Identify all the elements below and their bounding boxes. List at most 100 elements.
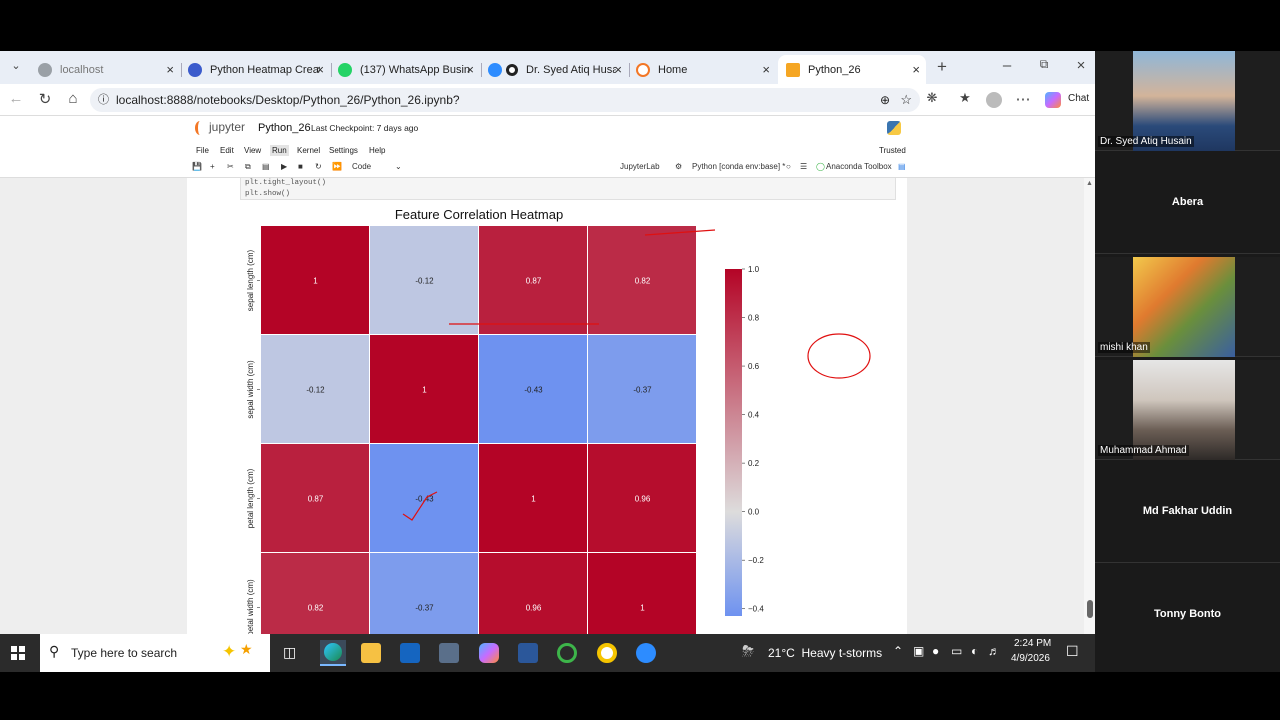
weather-status[interactable]: 21°C Heavy t-storms bbox=[768, 646, 882, 660]
fast-forward-icon[interactable]: ⏩ bbox=[332, 162, 342, 171]
close-icon[interactable]: × bbox=[316, 62, 324, 77]
cell-type-select[interactable]: Code bbox=[352, 162, 371, 171]
task-view-icon[interactable]: ◫ bbox=[283, 644, 296, 661]
heatmap-cell bbox=[370, 553, 478, 634]
scroll-up-icon[interactable]: ▲ bbox=[1086, 180, 1093, 187]
back-icon[interactable]: ← bbox=[6, 90, 26, 107]
menu-settings[interactable]: Settings bbox=[329, 146, 358, 155]
url-field[interactable]: ⓘ localhost:8888/notebooks/Desktop/Pytho… bbox=[90, 88, 920, 112]
reload-icon[interactable]: ↻ bbox=[35, 90, 55, 108]
heatmap-cell-label: -0.12 bbox=[415, 277, 434, 286]
maximize-button[interactable]: ⧉ bbox=[1034, 57, 1054, 72]
file-explorer-icon[interactable] bbox=[361, 643, 381, 663]
tab-zoom-meeting[interactable]: Dr. Syed Atiq Husain × bbox=[480, 55, 628, 84]
tab-localhost[interactable]: localhost × bbox=[30, 55, 180, 84]
tab-home[interactable]: Home × bbox=[628, 55, 776, 84]
search-highlight-icon: ✦ bbox=[222, 642, 237, 661]
heatmap-cell bbox=[479, 553, 587, 634]
colorbar-tick-label: 0.2 bbox=[748, 459, 760, 468]
participant-tile[interactable]: Abera bbox=[1095, 154, 1280, 254]
favorites-icon[interactable]: ★ bbox=[955, 90, 975, 106]
camera-icon[interactable]: ▣ bbox=[913, 644, 924, 658]
close-icon[interactable]: × bbox=[466, 62, 474, 77]
profile-avatar[interactable] bbox=[986, 92, 1002, 108]
home-icon[interactable]: ⌂ bbox=[63, 90, 83, 107]
anaconda-toolbox-button[interactable]: Anaconda Toolbox bbox=[826, 162, 892, 171]
clock-date[interactable]: 4/9/2026 bbox=[1011, 653, 1050, 664]
volume-icon[interactable]: ♬ bbox=[988, 644, 1000, 658]
extensions-icon[interactable]: ❋ bbox=[922, 90, 942, 106]
participant-tile[interactable]: Muhammad Ahmad bbox=[1095, 360, 1280, 460]
cut-icon[interactable]: ✂ bbox=[227, 162, 234, 171]
copilot-icon[interactable] bbox=[479, 643, 499, 663]
star-icon[interactable]: ☆ bbox=[900, 88, 912, 112]
heatmap-cell-label: 1 bbox=[640, 604, 645, 613]
menu-edit[interactable]: Edit bbox=[220, 146, 234, 155]
word-icon[interactable] bbox=[518, 643, 538, 663]
zoom-icon[interactable]: ⊕ bbox=[880, 88, 890, 112]
copilot-chat-label[interactable]: Chat bbox=[1068, 93, 1089, 104]
menu-help[interactable]: Help bbox=[369, 146, 385, 155]
new-tab-button[interactable]: + bbox=[932, 57, 952, 77]
close-icon[interactable]: × bbox=[166, 62, 174, 77]
menu-view[interactable]: View bbox=[244, 146, 261, 155]
kernel-status[interactable]: Python [conda env:base] * bbox=[692, 162, 785, 171]
participant-tile[interactable]: Tonny Bonto bbox=[1095, 566, 1280, 666]
clock-time[interactable]: 2:24 PM bbox=[1014, 638, 1051, 649]
tab-list-button[interactable]: ⌄ bbox=[6, 59, 26, 72]
close-icon[interactable]: × bbox=[912, 62, 920, 77]
anaconda-icon[interactable] bbox=[557, 643, 577, 663]
taskbar: ⚲ Type here to search ✦ ★ ◫ ⛈ 21°C Heavy… bbox=[0, 634, 1095, 672]
stop-icon[interactable]: ■ bbox=[298, 162, 303, 171]
edge-icon[interactable] bbox=[320, 640, 346, 666]
run-icon[interactable]: ▶ bbox=[281, 162, 287, 171]
menu-run[interactable]: Run bbox=[270, 145, 289, 156]
search-highlight-icon: ★ bbox=[240, 641, 253, 657]
tab-python-heatmap[interactable]: Python Heatmap Creatio × bbox=[180, 55, 330, 84]
copy-icon[interactable]: ⧉ bbox=[245, 162, 251, 172]
notebook-title[interactable]: Python_26 bbox=[258, 122, 311, 134]
outlook-icon[interactable] bbox=[400, 643, 420, 663]
anaconda-icon: ◯ bbox=[816, 162, 825, 171]
restart-icon[interactable]: ↻ bbox=[315, 162, 322, 171]
menu-icon[interactable]: ☰ bbox=[800, 162, 807, 171]
scroll-thumb[interactable] bbox=[1087, 600, 1093, 618]
calculator-icon[interactable] bbox=[439, 643, 459, 663]
row-axis-label: petal width (cm) bbox=[246, 579, 255, 634]
scrollbar[interactable]: ▲ bbox=[1084, 178, 1095, 634]
trusted-indicator[interactable]: Trusted bbox=[879, 146, 906, 155]
save-icon[interactable]: 💾 bbox=[192, 162, 202, 171]
participant-tile[interactable]: mishi khan bbox=[1095, 257, 1280, 357]
participant-tile[interactable]: Dr. Syed Atiq Husain bbox=[1095, 51, 1280, 151]
close-icon[interactable]: × bbox=[762, 62, 770, 77]
chevron-up-icon[interactable]: ⌃ bbox=[893, 644, 903, 658]
wifi-icon[interactable]: ◐ bbox=[971, 644, 978, 658]
battery-icon[interactable]: ▭ bbox=[951, 644, 962, 658]
tab-whatsapp[interactable]: (137) WhatsApp Busines × bbox=[330, 55, 480, 84]
zoom-icon bbox=[488, 62, 502, 77]
menu-file[interactable]: File bbox=[196, 146, 209, 155]
chrome-icon[interactable] bbox=[597, 643, 617, 663]
copilot-icon[interactable] bbox=[1045, 92, 1061, 108]
menu-kernel[interactable]: Kernel bbox=[297, 146, 320, 155]
info-icon: ⓘ bbox=[98, 94, 109, 106]
taskbar-search[interactable]: ⚲ Type here to search ✦ ★ bbox=[40, 634, 270, 672]
chevron-down-icon[interactable]: ⌄ bbox=[395, 162, 402, 171]
close-window-button[interactable]: × bbox=[1071, 57, 1091, 74]
notification-icon[interactable]: ☐ bbox=[1066, 643, 1079, 660]
participant-tile[interactable]: Md Fakhar Uddin bbox=[1095, 463, 1280, 563]
jupyter-logo-icon bbox=[195, 121, 205, 135]
windows-start-icon[interactable] bbox=[11, 646, 25, 660]
add-cell-icon[interactable]: + bbox=[210, 162, 215, 171]
paste-icon[interactable]: ▤ bbox=[262, 162, 270, 171]
microphone-icon[interactable]: ● bbox=[932, 644, 939, 658]
jupyterlab-link[interactable]: JupyterLab bbox=[620, 162, 660, 171]
gear-icon[interactable]: ⚙ bbox=[675, 162, 682, 171]
minimize-button[interactable]: – bbox=[997, 57, 1017, 74]
close-icon[interactable]: × bbox=[614, 62, 622, 77]
more-icon[interactable]: ⋯ bbox=[1013, 90, 1033, 108]
sidebar-toggle-icon[interactable]: ▤ bbox=[898, 162, 906, 171]
heatmap-cell-label: -0.43 bbox=[524, 386, 543, 395]
zoom-icon[interactable] bbox=[636, 643, 656, 663]
tab-python-26[interactable]: Python_26 × bbox=[778, 55, 926, 84]
